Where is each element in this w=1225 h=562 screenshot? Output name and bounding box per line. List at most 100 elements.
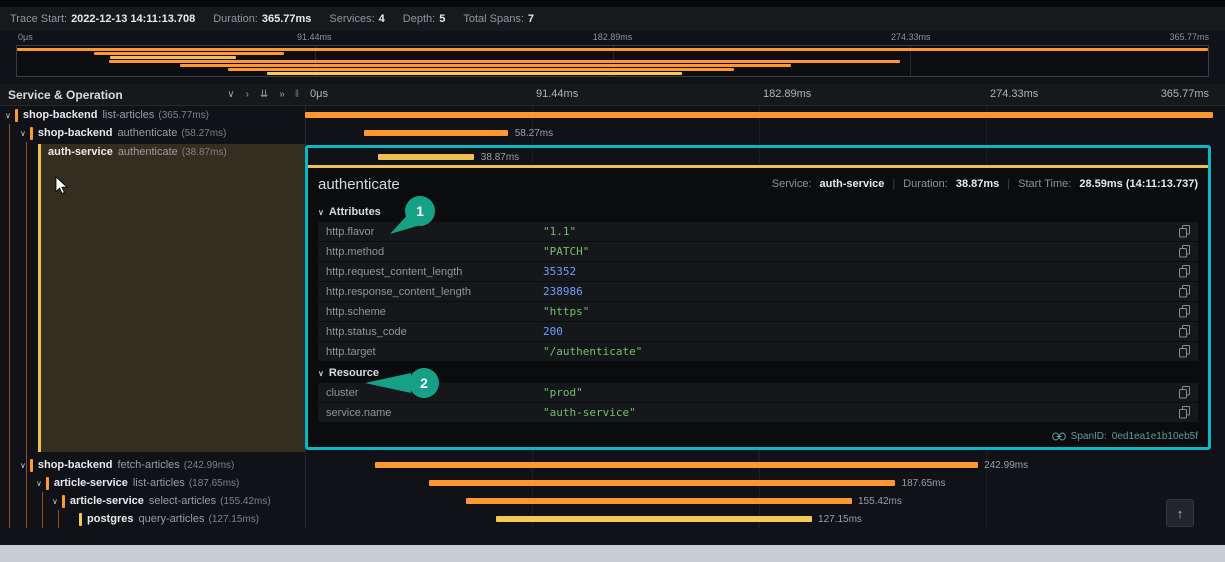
span-bar[interactable] [305, 112, 1213, 118]
selected-span-zone: auth-service authenticate (38.87ms) 38.8… [0, 142, 1213, 456]
span-timeline-cell[interactable]: 58.27ms [305, 124, 1213, 142]
span-bar[interactable] [495, 516, 812, 522]
trace-services-value: 4 [378, 13, 385, 25]
span-tree-item[interactable]: ∨ shop-backend list-articles (365.77ms) [0, 106, 305, 124]
attribute-row: http.flavor "1.1" [318, 222, 1198, 241]
attribute-value: 35352 [543, 265, 577, 278]
span-tree-item[interactable]: ∨ article-service select-articles (155.4… [0, 492, 305, 510]
service-name: shop-backend [22, 109, 98, 121]
bottom-bar [0, 545, 1225, 562]
service-color-bar [29, 126, 33, 140]
operation-name: authenticate [117, 146, 178, 158]
expand-one-icon[interactable]: › [246, 89, 249, 100]
attribute-row: http.method "PATCH" [318, 242, 1198, 261]
trace-duration-value: 365.77ms [261, 13, 312, 25]
chevron-down-icon[interactable]: ∨ [36, 479, 42, 488]
trace-summary-header: Trace Start: 2022-12-13 14:11:13.708 Dur… [0, 7, 1225, 31]
copy-icon[interactable] [1179, 386, 1190, 402]
chevron-down-icon[interactable]: ∨ [20, 129, 26, 138]
trace-minimap[interactable]: 0μs 91.44ms 182.89ms 274.33ms 365.77ms [0, 31, 1225, 80]
copy-icon[interactable] [1179, 325, 1190, 341]
span-tree-item[interactable]: postgres query-articles (127.15ms) [0, 510, 305, 528]
attributes-section-header[interactable]: ∨ Attributes [318, 202, 1198, 222]
resource-key: service.name [326, 406, 392, 419]
span-tree-item[interactable]: ∨ article-service list-articles (187.65m… [0, 474, 305, 492]
collapse-one-icon[interactable]: ∨ [227, 89, 234, 100]
minimap-span-bar [180, 64, 792, 67]
span-row[interactable]: ∨ shop-backend fetch-articles (242.99ms)… [0, 456, 1213, 474]
chevron-down-icon[interactable]: ∨ [52, 497, 58, 506]
span-bar-label: 127.15ms [818, 514, 862, 525]
copy-icon[interactable] [1179, 245, 1190, 261]
span-row[interactable]: ∨ article-service select-articles (155.4… [0, 492, 1213, 510]
span-bar[interactable] [465, 498, 852, 504]
meta-duration-value: 38.87ms [955, 178, 1000, 190]
span-id-value[interactable]: 0ed1ea1e1b10eb5f [1112, 431, 1198, 442]
trace-viewer: Trace Start: 2022-12-13 14:11:13.708 Dur… [0, 0, 1225, 562]
scroll-to-top-button[interactable]: ↑ [1166, 499, 1194, 527]
timeline-column-header: Service & Operation ∨ › ⇊ » ‖ 0μs 91.44m… [0, 84, 1225, 106]
span-bar[interactable] [429, 480, 896, 486]
attribute-value: "/authenticate" [543, 345, 643, 358]
copy-icon[interactable] [1179, 406, 1190, 422]
minimap-span-bar [109, 56, 237, 59]
service-name: postgres [87, 513, 134, 525]
timeline-tick: 274.33ms [990, 88, 1039, 100]
trace-services: Services: 4 [329, 13, 384, 25]
span-row[interactable]: ∨ shop-backend authenticate (58.27ms) 58… [0, 124, 1213, 142]
attribute-key: http.method [326, 245, 385, 258]
copy-icon[interactable] [1179, 225, 1190, 241]
span-timeline-cell[interactable]: 242.99ms [305, 456, 1213, 474]
span-row[interactable]: ∨ shop-backend list-articles (365.77ms) [0, 106, 1213, 124]
resource-section-header[interactable]: ∨ Resource [318, 363, 1198, 383]
column-splitter-handle[interactable]: ‖ [295, 89, 299, 100]
span-rows-area: ∨ shop-backend list-articles (365.77ms) … [0, 106, 1225, 542]
trace-duration-label: Duration: [213, 13, 258, 25]
span-detail-area: 38.87ms authenticate Service: auth-servi… [305, 142, 1213, 456]
span-tree-item[interactable]: ∨ shop-backend authenticate (58.27ms) [0, 124, 305, 142]
copy-icon[interactable] [1179, 305, 1190, 321]
minimap-canvas[interactable] [16, 45, 1209, 77]
span-bar-label: 38.87ms [480, 152, 520, 163]
attribute-row: http.response_content_length 238986 [318, 282, 1198, 301]
meta-divider: | [892, 178, 896, 190]
selected-span-tree-area[interactable]: auth-service authenticate (38.87ms) [0, 142, 305, 456]
copy-icon[interactable] [1179, 285, 1190, 301]
annotation-highlight-box: 38.87ms authenticate Service: auth-servi… [305, 145, 1211, 450]
annotation-number: 2 [420, 375, 428, 391]
attribute-key: http.request_content_length [326, 265, 463, 278]
span-timeline-cell[interactable] [305, 106, 1213, 124]
span-bar[interactable] [364, 130, 509, 136]
span-row[interactable]: postgres query-articles (127.15ms) 127.1… [0, 510, 1213, 528]
collapse-all-icon[interactable]: ⇊ [260, 89, 268, 100]
minimap-span-bar [108, 60, 900, 63]
span-timeline-cell[interactable]: 127.15ms [305, 510, 1213, 528]
span-tree-item[interactable]: auth-service authenticate (38.87ms) [41, 144, 305, 160]
chevron-down-icon[interactable]: ∨ [20, 461, 26, 470]
span-timeline-cell[interactable]: 187.65ms [305, 474, 1213, 492]
span-row[interactable]: ∨ article-service list-articles (187.65m… [0, 474, 1213, 492]
span-bar-label: 58.27ms [514, 128, 554, 139]
span-tree-item[interactable]: ∨ shop-backend fetch-articles (242.99ms) [0, 456, 305, 474]
attributes-section-title: Attributes [328, 206, 381, 218]
service-color-bar [79, 512, 82, 526]
meta-service-value: auth-service [819, 178, 885, 190]
timeline-tick: 91.44ms [536, 88, 579, 100]
copy-icon[interactable] [1179, 265, 1190, 281]
selected-span-timeline-row[interactable]: 38.87ms [308, 148, 1208, 165]
span-timeline-cell[interactable]: 155.42ms [305, 492, 1213, 510]
service-color-bar [45, 476, 49, 490]
attribute-row: http.target "/authenticate" [318, 342, 1198, 361]
resource-section-title: Resource [328, 367, 379, 379]
expand-all-icon[interactable]: » [279, 89, 285, 100]
trace-depth-label: Depth: [402, 13, 436, 25]
chevron-down-icon[interactable]: ∨ [5, 111, 11, 120]
span-bar[interactable] [374, 462, 978, 468]
mouse-cursor [55, 176, 68, 195]
selected-row-highlight[interactable]: auth-service authenticate (38.87ms) [38, 144, 305, 452]
annotation-number: 1 [416, 203, 424, 219]
attribute-row: http.status_code 200 [318, 322, 1198, 341]
resource-value: "auth-service" [543, 406, 636, 419]
span-bar[interactable] [378, 154, 474, 160]
copy-icon[interactable] [1179, 345, 1190, 361]
